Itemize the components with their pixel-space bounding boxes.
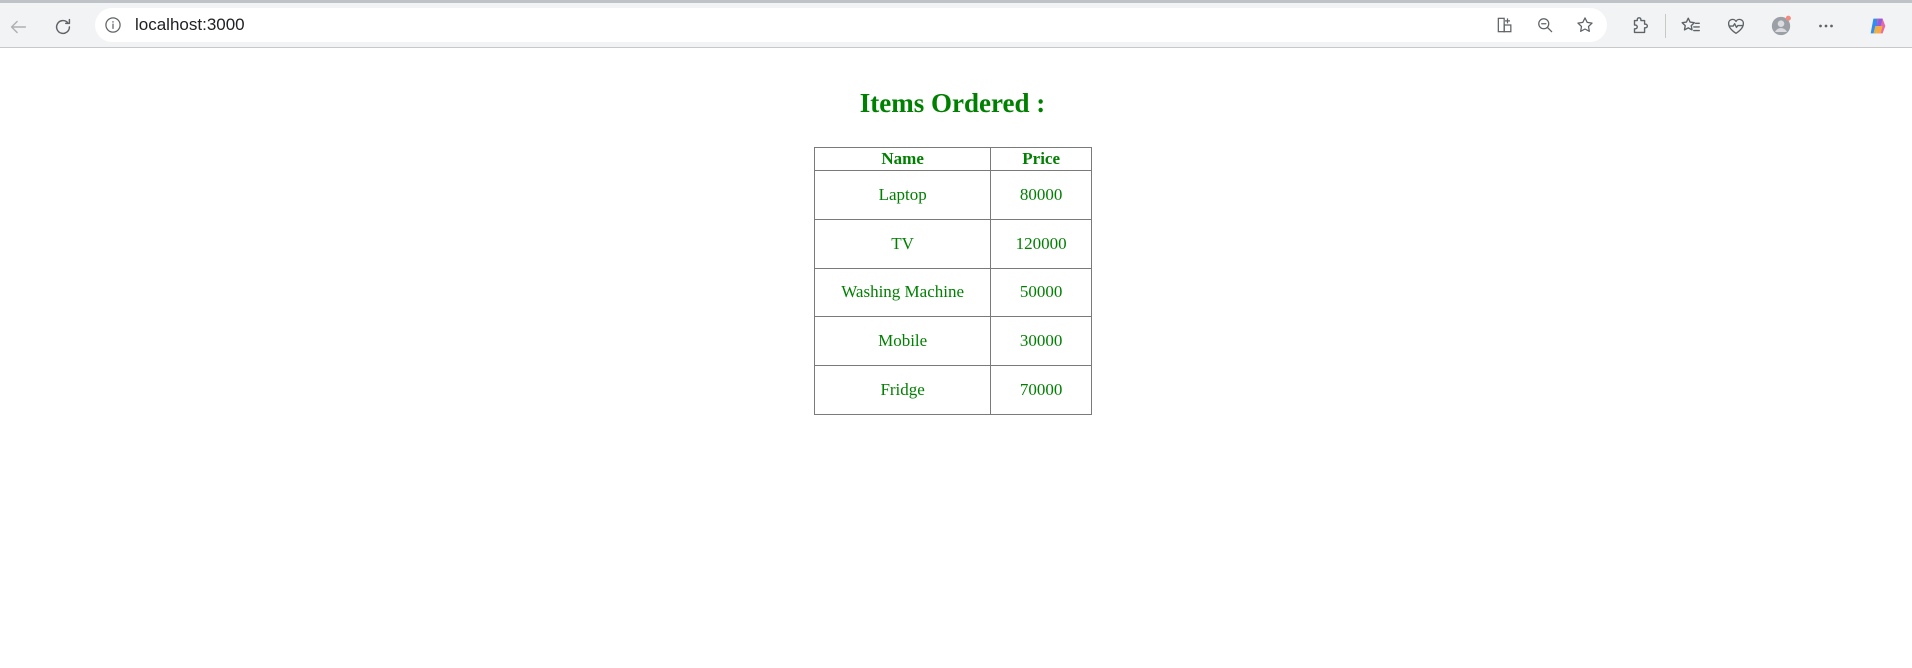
app-available-button[interactable] (1492, 12, 1518, 38)
extensions-icon (1633, 17, 1648, 34)
reload-icon (55, 18, 71, 35)
browser-essentials-button[interactable] (1720, 10, 1752, 42)
item-name-cell: Laptop (813, 170, 992, 220)
page-title: Items Ordered : (859, 88, 1046, 118)
profile-button[interactable] (1765, 10, 1797, 42)
url-text[interactable]: localhost:3000 (135, 15, 245, 35)
reload-button[interactable] (45, 9, 81, 45)
table-row: Mobile 30000 (813, 316, 1092, 367)
browser-essentials-icon (1727, 18, 1745, 35)
toolbar-separator (1665, 14, 1666, 38)
item-name-cell: TV (813, 218, 992, 269)
info-icon (105, 17, 121, 33)
zoom-button[interactable] (1532, 12, 1558, 38)
column-header-name: Name (813, 147, 992, 171)
favorite-button[interactable] (1572, 12, 1598, 38)
favorites-icon (1681, 17, 1700, 32)
table-row: Washing Machine 50000 (813, 267, 1092, 318)
item-name-cell: Mobile (813, 316, 992, 367)
column-header-price: Price (990, 147, 1092, 171)
item-price-cell: 120000 (990, 218, 1092, 269)
items-table: Name Price Laptop 80000 TV 120000 Washin… (813, 147, 1092, 415)
more-menu-icon (1819, 24, 1833, 28)
table-row: Laptop 80000 (813, 170, 1092, 220)
item-price-cell: 30000 (990, 316, 1092, 367)
profile-avatar-icon (1771, 15, 1791, 36)
back-arrow-icon (10, 20, 27, 34)
more-menu-button[interactable] (1810, 10, 1842, 42)
copilot-icon (1870, 18, 1886, 34)
item-name-cell: Fridge (813, 365, 992, 415)
item-name-cell: Washing Machine (813, 267, 992, 318)
star-icon (1577, 17, 1593, 32)
item-price-cell: 50000 (990, 267, 1092, 318)
table-row: TV 120000 (813, 218, 1092, 269)
app-available-icon (1497, 17, 1512, 33)
zoom-out-icon (1538, 18, 1553, 33)
table-row: Fridge 70000 (813, 365, 1092, 415)
back-button[interactable] (0, 9, 36, 45)
copilot-button[interactable] (1862, 10, 1894, 42)
address-bar[interactable]: localhost:3000 (95, 8, 1607, 42)
item-price-cell: 80000 (990, 170, 1092, 220)
site-info-button[interactable] (101, 13, 125, 37)
favorites-button[interactable] (1675, 10, 1707, 42)
browser-toolbar: localhost:3000 (0, 0, 1912, 48)
extensions-button[interactable] (1624, 10, 1656, 42)
table-header-row: Name Price (813, 147, 1092, 171)
item-price-cell: 70000 (990, 365, 1092, 415)
